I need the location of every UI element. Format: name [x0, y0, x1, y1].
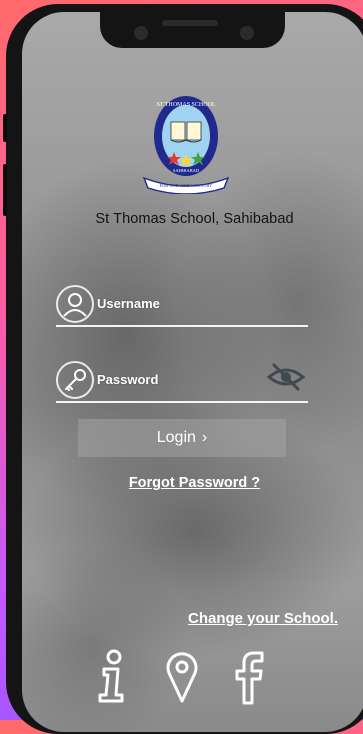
logo-motto-text: FOR GOD AND COUNTRY [160, 183, 214, 188]
speaker-grille [162, 20, 218, 26]
phone-notch [100, 12, 285, 48]
chevron-right-icon: › [201, 429, 208, 446]
login-button[interactable]: Login › [78, 419, 286, 457]
school-logo: ST THOMAS SCHOOL SAHIBABAD FOR GOD AND C… [142, 96, 230, 194]
facebook-icon[interactable] [232, 649, 266, 705]
change-school-link[interactable]: Change your School. [188, 610, 338, 627]
phone-side-button [3, 164, 7, 216]
camera-icon [240, 26, 254, 40]
app-screen: ST THOMAS SCHOOL SAHIBABAD FOR GOD AND C… [22, 12, 363, 732]
school-name: St Thomas School, Sahibabad [95, 211, 294, 227]
username-field[interactable]: Username [56, 285, 308, 329]
username-placeholder: Username [97, 296, 160, 311]
key-icon [56, 361, 94, 399]
username-underline [56, 325, 308, 327]
forgot-password-link[interactable]: Forgot Password ? [22, 475, 363, 491]
info-icon[interactable] [96, 649, 128, 705]
phone-side-button [3, 114, 7, 142]
eye-off-icon[interactable] [266, 363, 306, 391]
password-placeholder: Password [97, 372, 159, 387]
camera-icon [134, 26, 148, 40]
password-underline [56, 401, 308, 403]
location-pin-icon[interactable] [165, 649, 199, 705]
user-icon [56, 285, 94, 323]
login-label: Login [156, 429, 196, 446]
logo-top-text: ST THOMAS SCHOOL [156, 102, 215, 108]
logo-side-text: SAHIBABAD [173, 168, 200, 173]
